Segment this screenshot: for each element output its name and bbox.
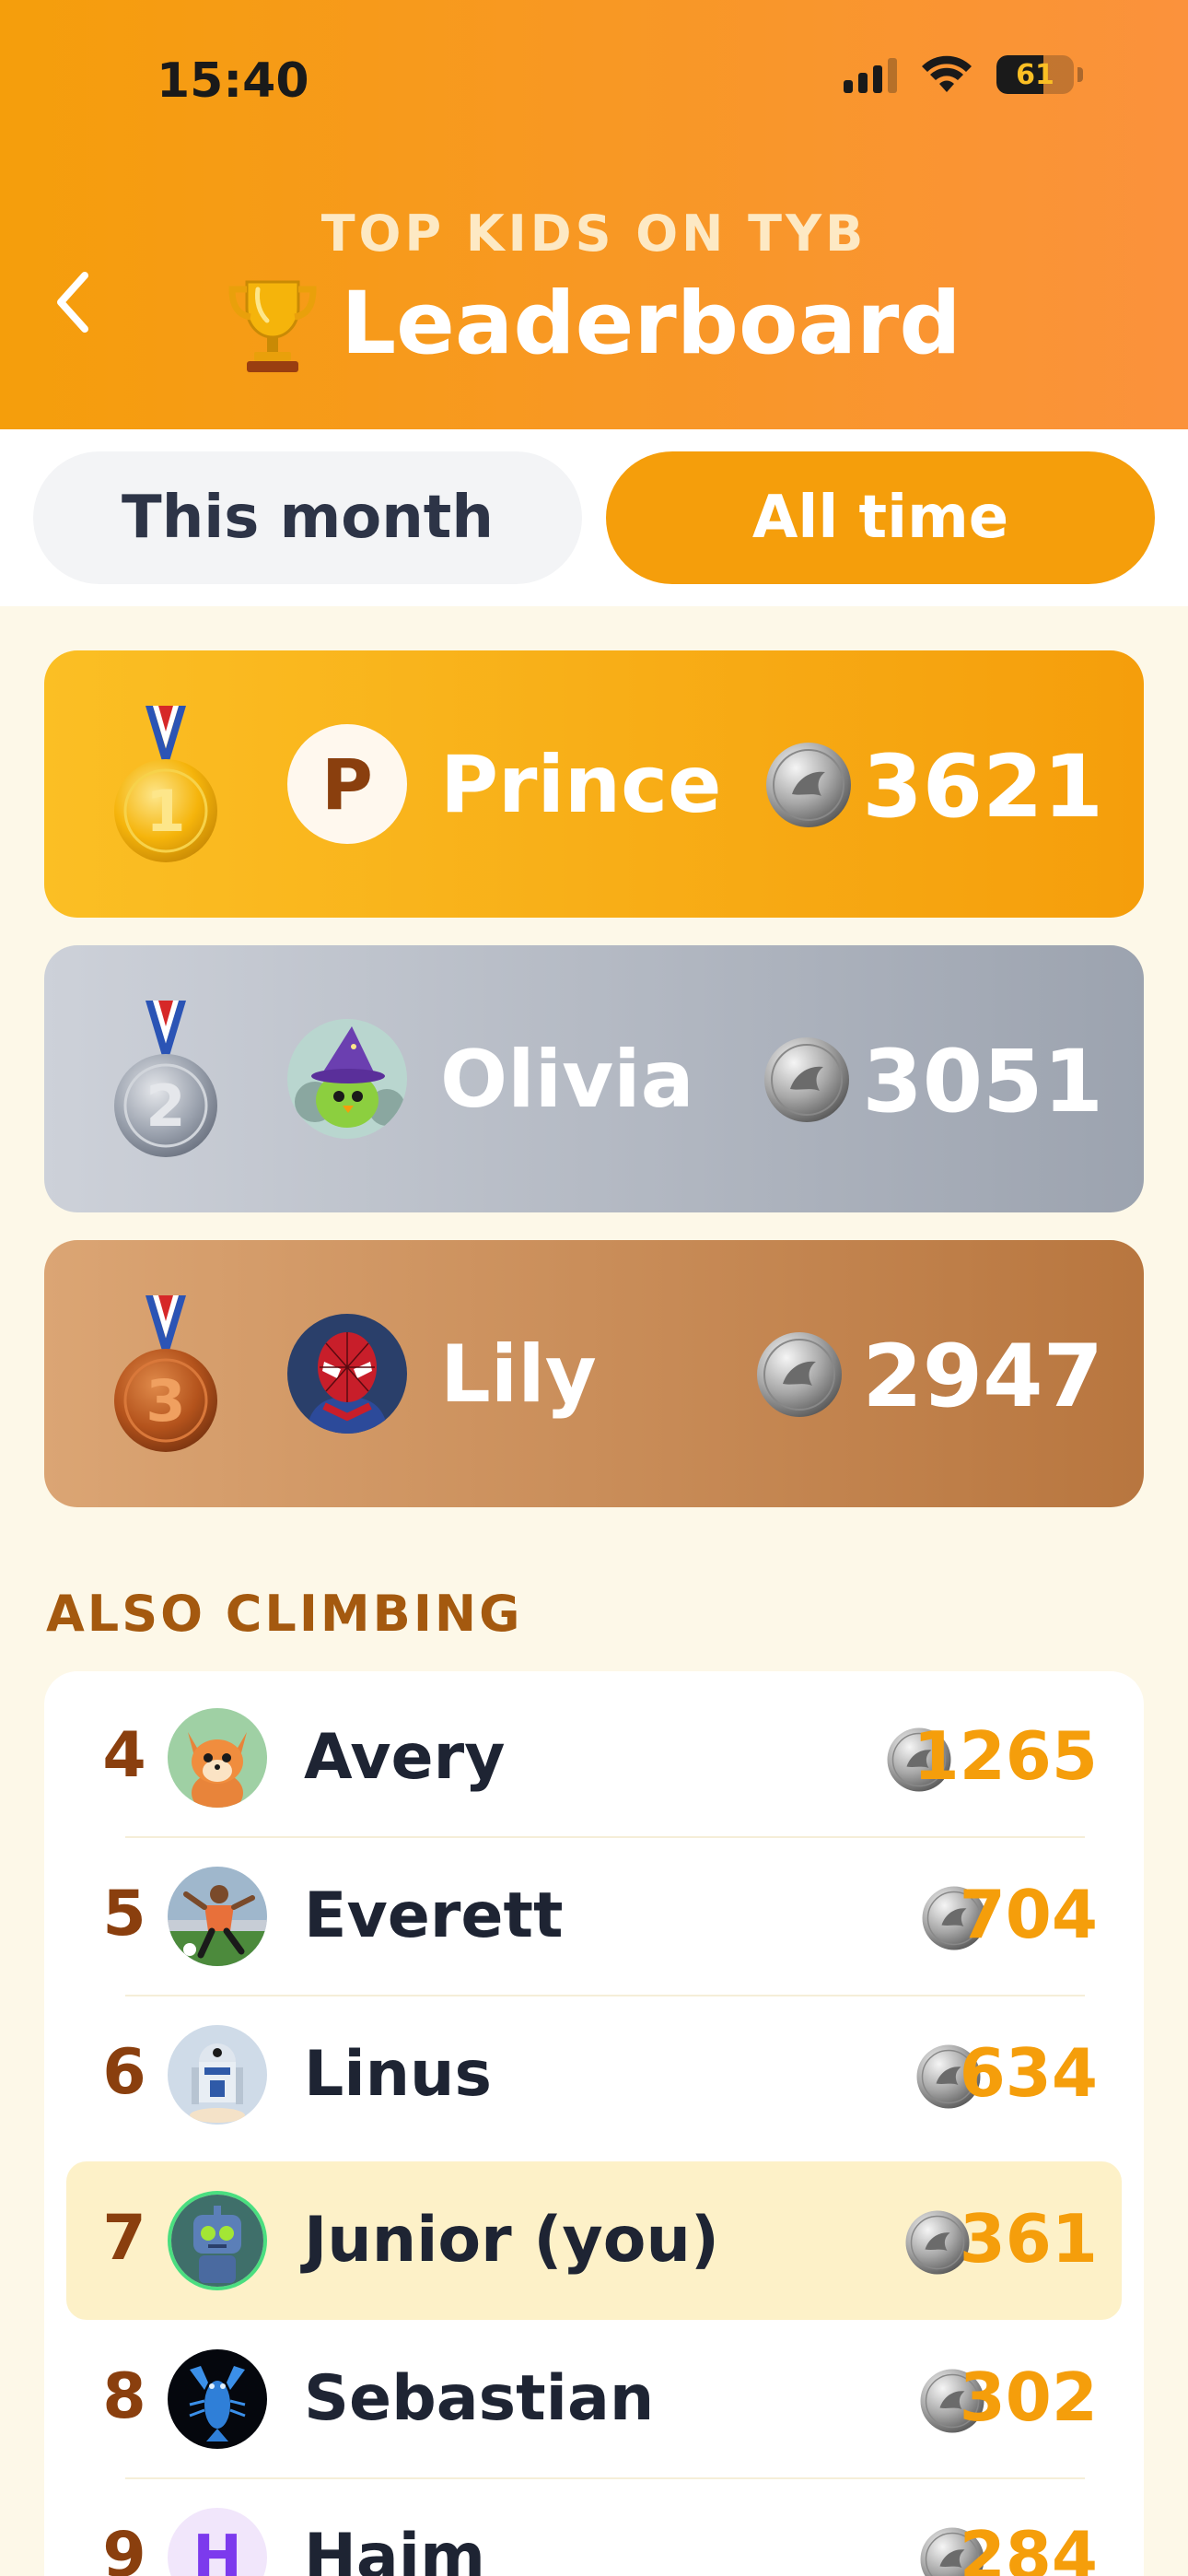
- robot-avatar: [168, 2191, 267, 2290]
- row-score: 284: [959, 2517, 1098, 2576]
- robot-droid-avatar: [168, 2025, 267, 2125]
- rank: 6: [102, 2036, 146, 2109]
- podium-name: Olivia: [440, 1034, 694, 1126]
- section-label: ALSO CLIMBING: [46, 1585, 523, 1643]
- title-row: Leaderboard: [0, 273, 1188, 374]
- coin-icon: [766, 743, 851, 827]
- row-score: 1265: [913, 1717, 1098, 1795]
- coin-icon: [757, 1332, 842, 1417]
- tab-this-month[interactable]: This month: [33, 451, 582, 584]
- row-score: 704: [959, 1876, 1098, 1953]
- leaderboard-list: 4 Avery 1265 5 Everett 704 6 Linus 634 7…: [44, 1671, 1144, 2576]
- trophy-icon: [228, 280, 317, 372]
- coin-icon: [764, 1037, 849, 1122]
- avatar: H: [168, 2508, 267, 2576]
- battery-cap: [1077, 67, 1083, 82]
- rank: 8: [102, 2360, 146, 2433]
- row-name: Linus: [304, 2038, 492, 2111]
- row-name: Junior (you): [304, 2204, 719, 2277]
- medal-rank-2: 2: [146, 1072, 185, 1140]
- rank: 7: [102, 2202, 146, 2275]
- list-row-5[interactable]: 5 Everett 704: [66, 1837, 1122, 1996]
- battery-level: 61: [1016, 58, 1054, 91]
- list-row-7-current-user[interactable]: 7 Junior (you) 361: [66, 2161, 1122, 2320]
- row-score: 634: [959, 2034, 1098, 2112]
- podium-score: 2947: [862, 1327, 1103, 1427]
- wifi-icon: [922, 55, 972, 92]
- silver-medal-icon: 2: [114, 1001, 217, 1157]
- podium-card-3[interactable]: 3 Lily 2947: [44, 1240, 1144, 1507]
- row-name: Everett: [304, 1879, 564, 1952]
- bronze-medal-icon: 3: [114, 1295, 217, 1452]
- medal-rank-3: 3: [146, 1367, 185, 1434]
- tab-all-time[interactable]: All time: [606, 451, 1155, 584]
- header-subtitle: TOP KIDS ON TYB: [320, 205, 868, 263]
- status-icons: 61: [844, 55, 1083, 94]
- list-row-4[interactable]: 4 Avery 1265: [66, 1679, 1122, 1838]
- fox-avatar: [168, 1708, 267, 1808]
- list-row-8[interactable]: 8 Sebastian 302: [66, 2320, 1122, 2479]
- page-title: Leaderboard: [341, 273, 961, 374]
- wizard-bird-avatar: [287, 1019, 407, 1139]
- row-score: 302: [959, 2359, 1098, 2436]
- podium-card-1[interactable]: 1 P Prince 3621: [44, 650, 1144, 918]
- rank: 4: [102, 1719, 146, 1792]
- gold-medal-icon: 1: [114, 706, 217, 862]
- row-name: Sebastian: [304, 2362, 655, 2435]
- period-tabs: This month All time: [0, 429, 1188, 606]
- header: 15:40 61 TOP KIDS ON TYB Leaderboard: [0, 0, 1188, 429]
- cellular-signal-icon: [844, 56, 897, 93]
- medal-rank-1: 1: [146, 778, 185, 845]
- rank: 9: [102, 2519, 146, 2576]
- soccer-player-avatar: [168, 1867, 267, 1966]
- podium-name: Prince: [440, 739, 722, 831]
- podium-name: Lily: [440, 1329, 597, 1421]
- status-time: 15:40: [157, 53, 309, 109]
- avatar: P: [287, 724, 407, 844]
- spiderman-avatar: [287, 1314, 407, 1434]
- podium-score: 3621: [862, 737, 1103, 837]
- list-row-6[interactable]: 6 Linus 634: [66, 1996, 1122, 2154]
- podium-card-2[interactable]: 2 Olivia 3051: [44, 945, 1144, 1212]
- rank: 5: [102, 1878, 146, 1950]
- row-name: Haim: [304, 2521, 485, 2576]
- list-row-9[interactable]: 9 H Haim 284: [66, 2478, 1122, 2576]
- battery-icon: 61: [996, 55, 1074, 94]
- row-score: 361: [959, 2200, 1098, 2277]
- podium-score: 3051: [862, 1032, 1103, 1132]
- lobster-avatar: [168, 2349, 267, 2449]
- row-name: Avery: [304, 1721, 506, 1794]
